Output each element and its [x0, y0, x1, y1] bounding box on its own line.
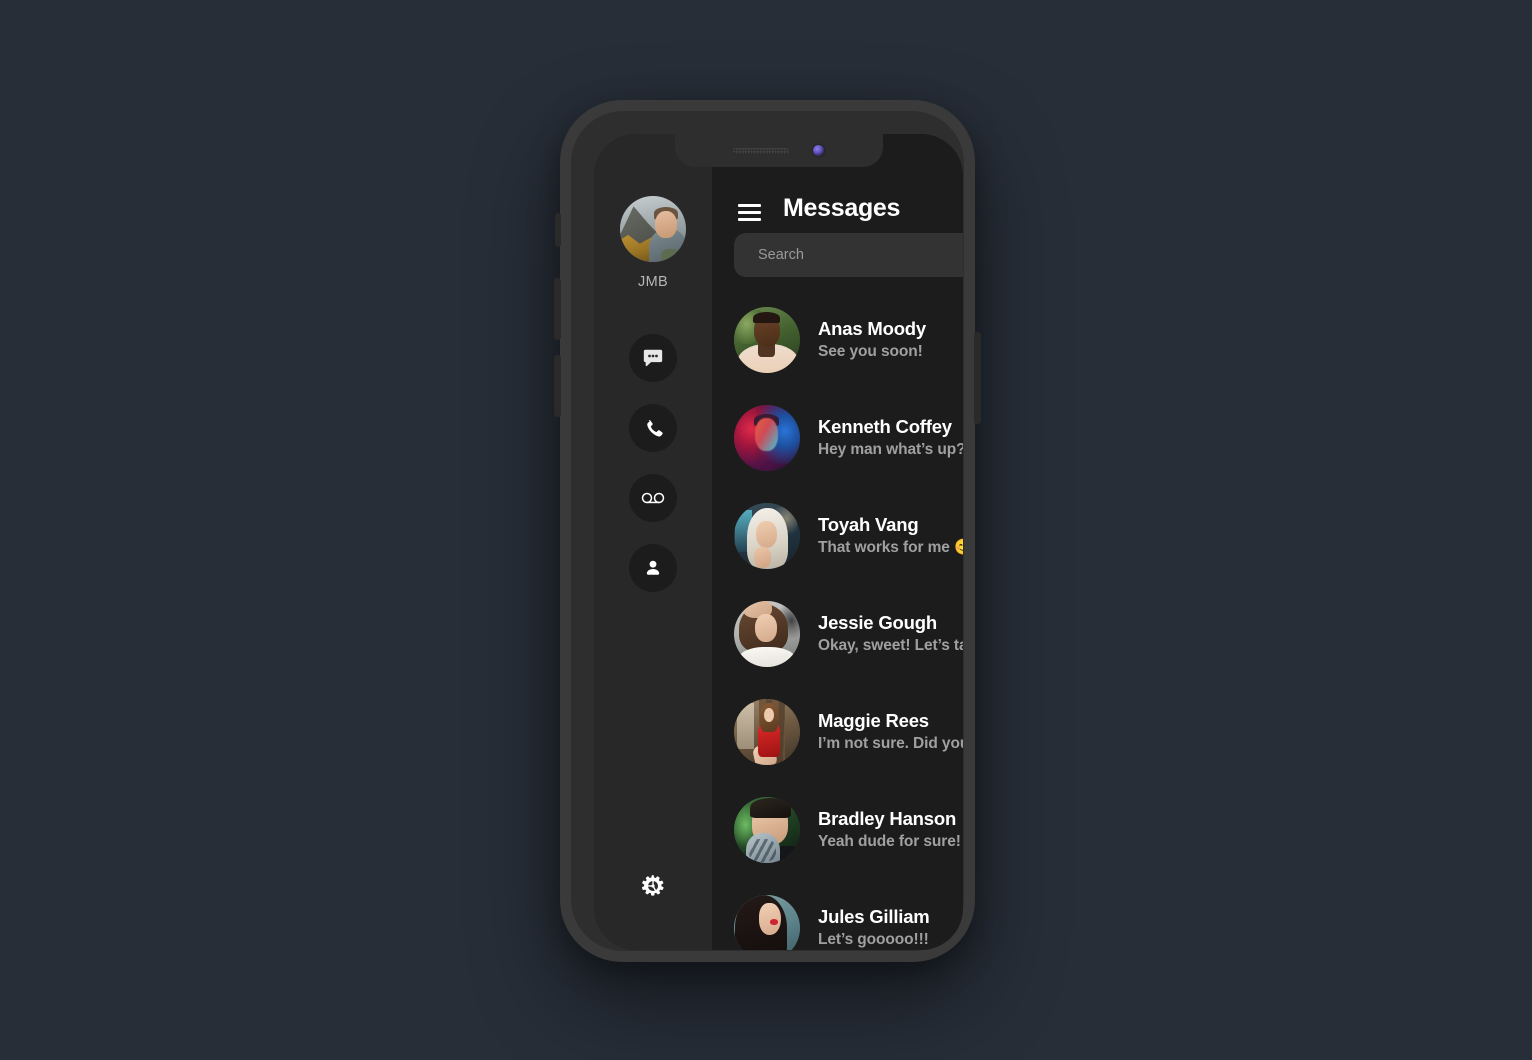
- avatar[interactable]: [734, 601, 800, 667]
- contact-name: Jules Gilliam: [818, 906, 930, 928]
- sidebar-nav: [629, 334, 677, 592]
- message-preview: That works for me 😊: [818, 538, 963, 556]
- hamburger-menu-icon[interactable]: [738, 204, 761, 221]
- list-item[interactable]: Kenneth Coffey Hey man what’s up?: [712, 389, 963, 487]
- chat-bubble-icon: [642, 347, 664, 369]
- voicemail-icon: [641, 490, 665, 506]
- sidebar-item-contacts[interactable]: [629, 544, 677, 592]
- person-icon: [643, 558, 663, 578]
- gear-icon: [640, 873, 666, 904]
- mute-switch-button[interactable]: [555, 213, 561, 247]
- list-item-text: Kenneth Coffey Hey man what’s up?: [818, 415, 963, 460]
- list-item[interactable]: Bradley Hanson Yeah dude for sure!: [712, 781, 963, 879]
- contact-name: Maggie Rees: [818, 710, 929, 732]
- avatar[interactable]: [734, 895, 800, 950]
- list-item-text: Bradley Hanson Yeah dude for sure!: [818, 807, 961, 852]
- message-preview: Okay, sweet! Let’s talk: [818, 636, 963, 654]
- message-preview: Yeah dude for sure!: [818, 832, 961, 850]
- list-item-text: Jessie Gough Okay, sweet! Let’s talk: [818, 611, 963, 656]
- contact-name: Kenneth Coffey: [818, 416, 952, 438]
- sidebar-item-messages[interactable]: [629, 334, 677, 382]
- list-item[interactable]: Anas Moody See you soon!: [712, 291, 963, 389]
- list-item-text: Jules Gilliam Let’s gooooo!!!: [818, 905, 930, 950]
- message-preview: See you soon!: [818, 342, 923, 360]
- avatar[interactable]: [734, 307, 800, 373]
- search-input[interactable]: [756, 246, 963, 264]
- list-item[interactable]: Maggie Rees I’m not sure. Did you.: [712, 683, 963, 781]
- phone-notch: [674, 134, 883, 167]
- avatar[interactable]: [620, 196, 686, 262]
- phone-device: JMB Messages Search Anas Moody See you s…: [554, 100, 981, 962]
- list-item[interactable]: Jessie Gough Okay, sweet! Let’s talk: [712, 585, 963, 683]
- message-preview: I’m not sure. Did you.: [818, 734, 963, 752]
- power-button[interactable]: [974, 332, 981, 424]
- message-preview: Hey man what’s up?: [818, 440, 963, 458]
- sidebar-item-calls[interactable]: [629, 404, 677, 452]
- speaker-grille-icon: [733, 147, 789, 154]
- front-camera-icon: [813, 145, 824, 156]
- sidebar-item-voicemail[interactable]: [629, 474, 677, 522]
- app-sidebar: JMB: [594, 134, 712, 950]
- phone-bezel: JMB Messages Search Anas Moody See you s…: [571, 111, 964, 951]
- conversation-list[interactable]: Anas Moody See you soon! Kenneth Coffey: [712, 277, 963, 950]
- search-bar[interactable]: [734, 233, 963, 277]
- phone-icon: [643, 418, 664, 439]
- list-item-text: Toyah Vang That works for me 😊: [818, 513, 963, 558]
- jmb-profile-photo: [620, 196, 686, 262]
- avatar[interactable]: [734, 699, 800, 765]
- avatar[interactable]: [734, 797, 800, 863]
- page-title: Messages: [783, 194, 901, 222]
- contact-name: Toyah Vang: [818, 514, 919, 536]
- message-preview: Let’s gooooo!!!: [818, 930, 929, 948]
- profile-block[interactable]: JMB: [620, 196, 686, 290]
- list-item[interactable]: Jules Gilliam Let’s gooooo!!!: [712, 879, 963, 950]
- avatar[interactable]: [734, 503, 800, 569]
- profile-name: JMB: [638, 274, 668, 290]
- avatar[interactable]: [734, 405, 800, 471]
- volume-up-button[interactable]: [554, 278, 561, 340]
- list-item-text: Maggie Rees I’m not sure. Did you.: [818, 709, 963, 754]
- list-item[interactable]: Toyah Vang That works for me 😊: [712, 487, 963, 585]
- phone-screen: JMB Messages Search Anas Moody See you s…: [594, 134, 963, 950]
- messages-panel: Messages Anas Moody: [712, 134, 963, 950]
- volume-down-button[interactable]: [554, 355, 561, 417]
- contact-name: Anas Moody: [818, 318, 926, 340]
- settings-button[interactable]: [636, 871, 670, 905]
- list-item-text: Anas Moody See you soon!: [818, 317, 926, 362]
- contact-name: Jessie Gough: [818, 612, 937, 634]
- contact-name: Bradley Hanson: [818, 808, 957, 830]
